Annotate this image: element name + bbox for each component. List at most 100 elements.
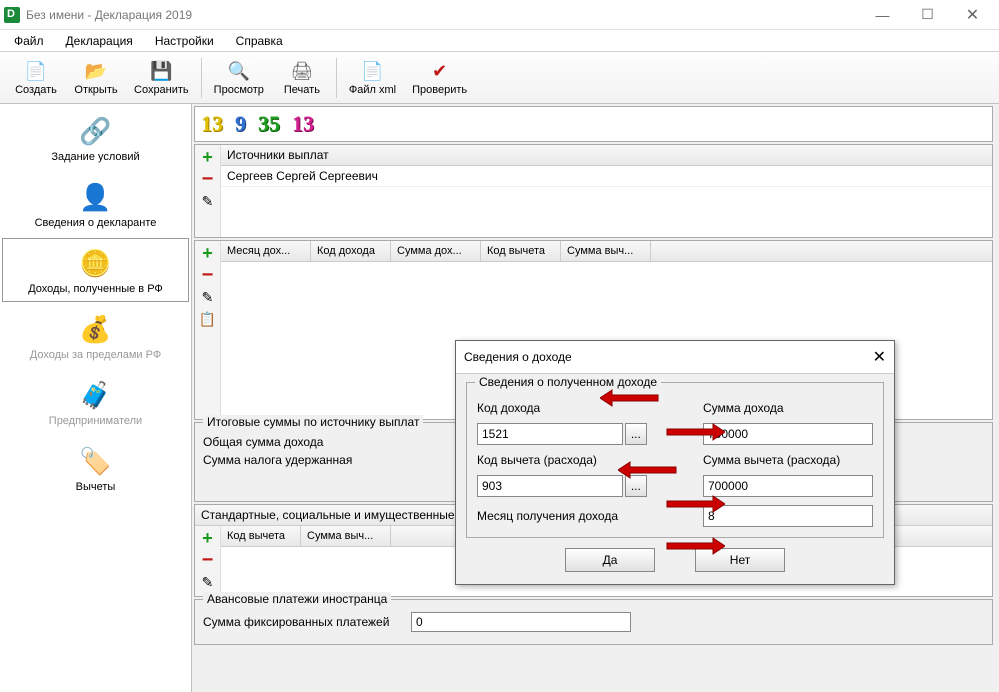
deduction-code-input[interactable] xyxy=(477,475,623,497)
floppy-icon: 💾 xyxy=(149,59,173,83)
remove-income-button[interactable]: − xyxy=(198,265,218,285)
menu-file[interactable]: Файл xyxy=(8,32,50,50)
income-sum-input[interactable] xyxy=(703,423,873,445)
print-label: Печать xyxy=(284,84,320,96)
sidebar-label: Доходы за пределами РФ xyxy=(30,349,161,361)
view-label: Просмотр xyxy=(214,84,264,96)
col-dcode[interactable]: Код вычета xyxy=(481,241,561,261)
open-button[interactable]: 📂 Открыть xyxy=(66,54,126,102)
print-button[interactable]: 🖨 Печать xyxy=(272,54,332,102)
add-std-button[interactable]: + xyxy=(198,528,218,548)
xml-button[interactable]: 📄 Файл xml xyxy=(341,54,404,102)
sidebar-item-income-foreign[interactable]: 💰 Доходы за пределами РФ xyxy=(2,304,189,368)
dialog-legend: Сведения о полученном доходе xyxy=(475,375,661,389)
minimize-button[interactable]: — xyxy=(860,1,905,29)
dialog-yes-button[interactable]: Да xyxy=(565,548,655,572)
remove-std-button[interactable]: − xyxy=(198,550,218,570)
toolbar: 📄 Создать 📂 Открыть 💾 Сохранить 🔍 Просмо… xyxy=(0,52,999,104)
xml-file-icon: 📄 xyxy=(361,59,385,83)
dialog-titlebar[interactable]: Сведения о доходе ✕ xyxy=(456,341,894,374)
deduction-sum-label: Сумма вычета (расхода) xyxy=(703,453,873,467)
deduction-sum-input[interactable] xyxy=(703,475,873,497)
view-button[interactable]: 🔍 Просмотр xyxy=(206,54,272,102)
advance-legend: Авансовые платежи иностранца xyxy=(203,592,391,606)
maximize-button[interactable]: ☐ xyxy=(905,1,950,29)
fixed-pay-label: Сумма фиксированных платежей xyxy=(203,615,403,629)
remove-source-button[interactable]: − xyxy=(198,169,218,189)
check-icon: ✔ xyxy=(428,59,452,83)
copy-income-button[interactable]: 📋 xyxy=(198,309,218,329)
deduction-code-browse-button[interactable]: ... xyxy=(625,475,647,497)
create-label: Создать xyxy=(15,84,57,96)
dialog-title: Сведения о доходе xyxy=(464,350,572,364)
menubar: Файл Декларация Настройки Справка xyxy=(0,30,999,52)
rate-tab-35[interactable]: 35 xyxy=(256,111,282,137)
add-income-button[interactable]: + xyxy=(198,243,218,263)
source-row[interactable]: Сергеев Сергей Сергеевич xyxy=(221,166,992,187)
printer-icon: 🖨 xyxy=(290,59,314,83)
std-col-sum[interactable]: Сумма выч... xyxy=(301,526,391,546)
rate-tab-13b[interactable]: 13 xyxy=(290,111,316,137)
tax-withheld-label: Сумма налога удержанная xyxy=(203,453,403,467)
menu-declaration[interactable]: Декларация xyxy=(60,32,139,50)
income-code-browse-button[interactable]: ... xyxy=(625,423,647,445)
std-vtoolbar: + − ✎ xyxy=(195,526,221,596)
rate-tabs: 13 9 35 13 xyxy=(194,106,993,142)
xml-label: Файл xml xyxy=(349,84,396,96)
sidebar-item-income-rf[interactable]: 🪙 Доходы, полученные в РФ xyxy=(2,238,189,302)
income-columns: Месяц дох... Код дохода Сумма дох... Код… xyxy=(221,241,992,262)
menu-help[interactable]: Справка xyxy=(230,32,289,50)
rate-tab-13[interactable]: 13 xyxy=(199,111,225,137)
sources-list[interactable]: Источники выплат Сергеев Сергей Сергееви… xyxy=(221,145,992,237)
moneybag-icon: 💰 xyxy=(78,311,114,347)
sidebar-item-entrepreneur[interactable]: 🧳 Предприниматели xyxy=(2,370,189,434)
rate-tab-9[interactable]: 9 xyxy=(233,111,248,137)
col-month[interactable]: Месяц дох... xyxy=(221,241,311,261)
save-button[interactable]: 💾 Сохранить xyxy=(126,54,197,102)
menu-settings[interactable]: Настройки xyxy=(149,32,220,50)
income-code-label: Код дохода xyxy=(477,401,647,415)
sidebar: 🔗 Задание условий 👤 Сведения о декларант… xyxy=(0,104,192,692)
edit-income-button[interactable]: ✎ xyxy=(198,287,218,307)
dialog-no-button[interactable]: Нет xyxy=(695,548,785,572)
sidebar-label: Вычеты xyxy=(76,481,116,493)
business-icon: 🧳 xyxy=(78,377,114,413)
sidebar-label: Задание условий xyxy=(51,151,139,163)
check-label: Проверить xyxy=(412,84,467,96)
sources-vtoolbar: + − ✎ xyxy=(195,145,221,237)
month-input[interactable] xyxy=(703,505,873,527)
income-dialog: Сведения о доходе ✕ Сведения о полученно… xyxy=(455,340,895,585)
window-title: Без имени - Декларация 2019 xyxy=(26,8,860,22)
sidebar-label: Сведения о декларанте xyxy=(35,217,157,229)
std-col-code[interactable]: Код вычета xyxy=(221,526,301,546)
dialog-fieldset: Сведения о полученном доходе Код дохода … xyxy=(466,382,884,538)
check-button[interactable]: ✔ Проверить xyxy=(404,54,475,102)
edit-source-button[interactable]: ✎ xyxy=(198,191,218,211)
income-code-input[interactable] xyxy=(477,423,623,445)
month-label: Месяц получения дохода xyxy=(477,509,647,523)
sidebar-item-conditions[interactable]: 🔗 Задание условий xyxy=(2,106,189,170)
new-file-icon: 📄 xyxy=(24,59,48,83)
col-dsum[interactable]: Сумма выч... xyxy=(561,241,651,261)
toolbar-sep xyxy=(201,58,202,98)
col-sum[interactable]: Сумма дох... xyxy=(391,241,481,261)
titlebar: Без имени - Декларация 2019 — ☐ ✕ xyxy=(0,0,999,30)
toolbar-sep xyxy=(336,58,337,98)
magnifier-icon: 🔍 xyxy=(227,59,251,83)
close-button[interactable]: ✕ xyxy=(950,1,995,29)
save-label: Сохранить xyxy=(134,84,189,96)
edit-std-button[interactable]: ✎ xyxy=(198,572,218,592)
add-source-button[interactable]: + xyxy=(198,147,218,167)
create-button[interactable]: 📄 Создать xyxy=(6,54,66,102)
totals-legend: Итоговые суммы по источнику выплат xyxy=(203,415,423,429)
sidebar-item-declarant[interactable]: 👤 Сведения о декларанте xyxy=(2,172,189,236)
fixed-pay-input[interactable] xyxy=(411,612,631,632)
col-code[interactable]: Код дохода xyxy=(311,241,391,261)
dialog-close-button[interactable]: ✕ xyxy=(873,347,886,367)
sources-panel: + − ✎ Источники выплат Сергеев Сергей Се… xyxy=(194,144,993,238)
sidebar-item-deductions[interactable]: 🏷️ Вычеты xyxy=(2,436,189,500)
income-sum-label: Сумма дохода xyxy=(703,401,873,415)
open-label: Открыть xyxy=(74,84,117,96)
app-icon xyxy=(4,7,20,23)
income-vtoolbar: + − ✎ 📋 xyxy=(195,241,221,419)
